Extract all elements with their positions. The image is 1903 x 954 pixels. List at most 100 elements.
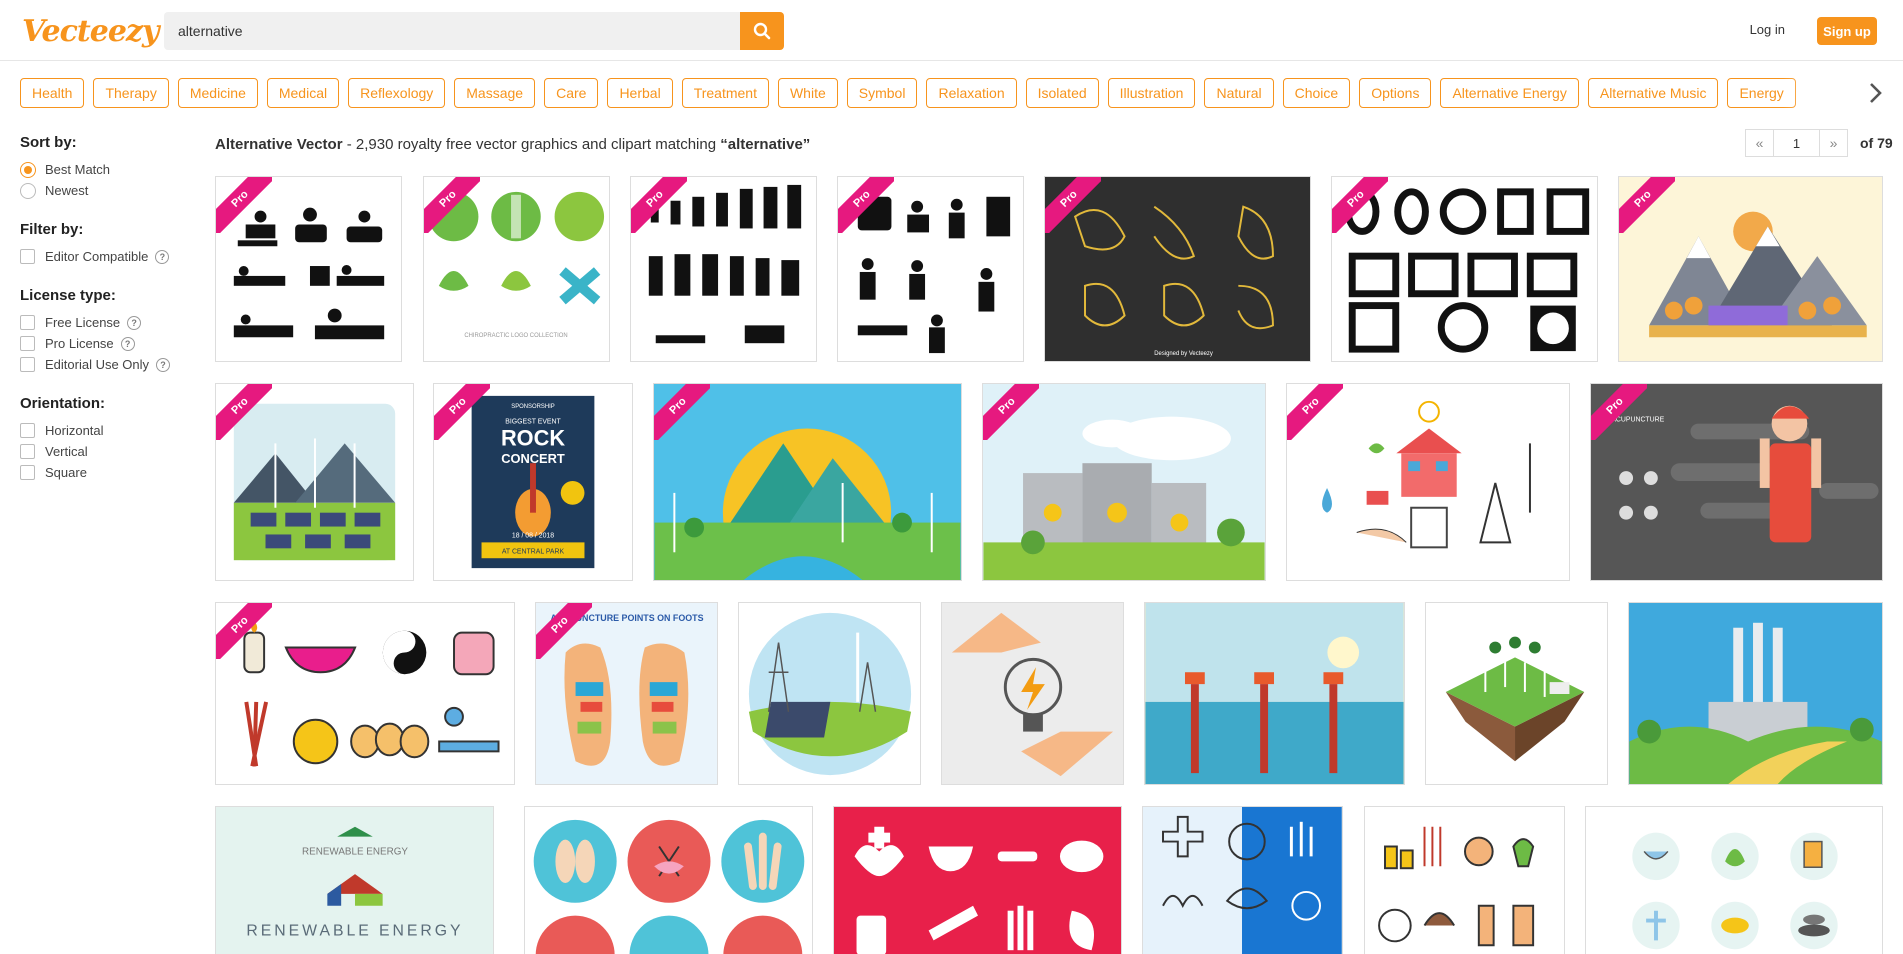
tag-chip[interactable]: Relaxation — [926, 78, 1017, 108]
tag-chip[interactable]: Illustration — [1107, 78, 1196, 108]
top-header: Vecteezy Log in Sign up — [0, 0, 1903, 61]
tag-chip[interactable]: Natural — [1204, 78, 1274, 108]
tag-chip[interactable]: Isolated — [1025, 78, 1099, 108]
chevron-right-icon — [1870, 83, 1882, 103]
tile-rock-date: 18 / 08 / 2018 — [512, 532, 554, 539]
filter-sidebar: Sort by: Best Match Newest Filter by: Ed… — [20, 134, 200, 503]
related-tags-bar: Health Therapy Medicine Medical Reflexology M… — [20, 78, 1890, 108]
help-icon[interactable]: ? — [155, 249, 170, 264]
filter-editor-compatible[interactable]: Editor Compatible? — [20, 246, 200, 267]
orientation-option-label: Square — [45, 465, 87, 480]
sort-newest[interactable]: Newest — [20, 180, 200, 201]
result-tile-health-problems-icons[interactable]: Pro — [837, 176, 1024, 362]
result-tile-alternative-medicine-line-icons[interactable] — [1142, 806, 1343, 954]
tag-chip[interactable]: Choice — [1282, 78, 1351, 108]
filter-title: Filter by: — [20, 221, 84, 238]
signup-button[interactable]: Sign up — [1817, 17, 1877, 45]
results-title: Alternative Vector — [215, 136, 343, 153]
checkbox[interactable] — [20, 444, 35, 459]
orientation-square[interactable]: Square — [20, 462, 200, 483]
result-tile-chiropractic-logos[interactable]: CHIROPRACTIC LOGO COLLECTION Pro — [423, 176, 610, 362]
result-tile-renewable-energy-logo[interactable]: RENEWABLE ENERGY RENEWABLE ENERGY — [215, 806, 494, 954]
result-tile-sunny-wind-landscape[interactable]: Pro — [653, 383, 962, 581]
orientation-vertical[interactable]: Vertical — [20, 441, 200, 462]
result-tile-wind-solar-farm[interactable]: Pro — [215, 383, 414, 581]
search-button[interactable] — [740, 12, 784, 50]
result-tile-alternative-medicine-icons[interactable]: Pro — [215, 602, 515, 785]
license-editorial[interactable]: Editorial Use Only? — [20, 354, 200, 375]
checkbox[interactable] — [20, 249, 35, 264]
orientation-title: Orientation: — [20, 395, 105, 412]
result-tile-grunge-frames[interactable]: Pro — [1331, 176, 1598, 362]
sort-option-label: Newest — [45, 183, 89, 198]
help-icon[interactable]: ? — [156, 357, 171, 372]
checkbox[interactable] — [20, 357, 35, 372]
tile-rock-title: ROCK — [501, 425, 565, 450]
login-link[interactable]: Log in — [1750, 22, 1785, 37]
checkbox[interactable] — [20, 336, 35, 351]
result-tile-human-growth-stages[interactable]: Pro — [630, 176, 817, 362]
tile-renewable-small: RENEWABLE ENERGY — [302, 846, 408, 857]
result-tile-pastel-spa-icons[interactable] — [1585, 806, 1883, 954]
tag-chip[interactable]: Massage — [454, 78, 536, 108]
tag-chip[interactable]: Options — [1359, 78, 1432, 108]
prev-page-button[interactable]: « — [1745, 129, 1774, 157]
result-tile-rock-concert-poster[interactable]: SPONSORSHIP BIGGEST EVENT ROCK CONCERT 1… — [433, 383, 633, 581]
filter-group: Filter by: Editor Compatible? — [20, 221, 200, 267]
checkbox[interactable] — [20, 465, 35, 480]
result-tile-reflexology-circles[interactable] — [524, 806, 813, 954]
help-icon[interactable]: ? — [127, 315, 142, 330]
orientation-horizontal[interactable]: Horizontal — [20, 420, 200, 441]
tile-rock-venue: AT CENTRAL PARK — [502, 548, 565, 555]
result-tile-solar-wind-circle[interactable] — [738, 602, 921, 785]
checkbox[interactable] — [20, 423, 35, 438]
result-tile-mountain-landscape[interactable]: Pro — [1618, 176, 1883, 362]
tile-chiro-text: CHIROPRACTIC LOGO COLLECTION — [464, 333, 567, 339]
tag-chip[interactable]: Care — [544, 78, 599, 108]
page-number-input[interactable]: 1 — [1774, 129, 1819, 157]
tag-chip[interactable]: White — [777, 78, 838, 108]
search-icon — [753, 22, 771, 40]
tile-designed-by: Designed by Vecteezy — [1154, 351, 1213, 357]
result-tile-acupuncture-feet[interactable]: ACUPUNCTURE POINTS ON FOOTS Pro — [535, 602, 718, 785]
result-tile-sea-wind-turbines[interactable] — [1144, 602, 1405, 785]
tag-chip[interactable]: Symbol — [846, 78, 918, 108]
site-logo[interactable]: Vecteezy — [22, 14, 159, 49]
license-option-label: Editorial Use Only — [45, 357, 150, 372]
result-tile-floating-island[interactable] — [1425, 602, 1608, 785]
result-tile-acupuncture-infographic[interactable]: ACUPUNCTURE Pro — [1590, 383, 1883, 581]
radio-selected-icon[interactable] — [20, 161, 36, 178]
tags-scroll-right-button[interactable] — [1863, 78, 1887, 108]
result-tile-nuclear-plant[interactable]: Pro — [982, 383, 1266, 581]
license-pro[interactable]: Pro License? — [20, 333, 200, 354]
tile-rock-small: SPONSORSHIP — [511, 404, 554, 410]
tag-chip[interactable]: Therapy — [93, 78, 169, 108]
result-tile-factory-landscape[interactable] — [1628, 602, 1883, 785]
radio-icon[interactable] — [20, 182, 36, 199]
sort-best-match[interactable]: Best Match — [20, 159, 200, 180]
tag-chip[interactable]: Reflexology — [348, 78, 446, 108]
orientation-option-label: Vertical — [45, 444, 88, 459]
tag-chip[interactable]: Medical — [266, 78, 340, 108]
license-option-label: Free License — [45, 315, 121, 330]
result-tile-hands-line-art[interactable]: Designed by Vecteezy Pro — [1044, 176, 1311, 362]
license-free[interactable]: Free License? — [20, 312, 200, 333]
results-summary: - 2,930 royalty free vector graphics and… — [342, 136, 721, 153]
tag-chip[interactable]: Alternative Music — [1587, 78, 1719, 108]
tag-chip[interactable]: Health — [20, 78, 85, 108]
tag-chip[interactable]: Herbal — [607, 78, 673, 108]
checkbox[interactable] — [20, 315, 35, 330]
tag-chip[interactable]: Medicine — [177, 78, 258, 108]
result-tile-colorful-therapy-icons[interactable] — [1364, 806, 1565, 954]
result-tile-therapy-pictograms[interactable]: Pro — [215, 176, 402, 362]
result-tile-green-energy-icons[interactable]: Pro — [1286, 383, 1570, 581]
orientation-group: Orientation: Horizontal Vertical Square — [20, 395, 200, 483]
result-tile-lightbulb-hands[interactable] — [941, 602, 1124, 785]
next-page-button[interactable]: » — [1819, 129, 1848, 157]
tag-chip[interactable]: Alternative Energy — [1440, 78, 1579, 108]
help-icon[interactable]: ? — [120, 336, 135, 351]
result-tile-red-medicine-icons[interactable] — [833, 806, 1122, 954]
search-input[interactable] — [164, 12, 740, 50]
tag-chip[interactable]: Treatment — [681, 78, 769, 108]
license-title: License type: — [20, 287, 116, 304]
